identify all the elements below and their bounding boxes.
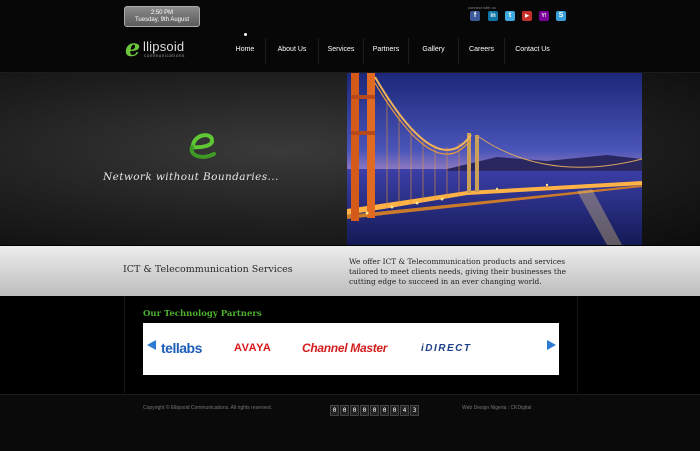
nav-careers[interactable]: Careers bbox=[459, 38, 505, 64]
twitter-icon[interactable]: t bbox=[505, 11, 515, 21]
logo-mark: e bbox=[125, 33, 141, 62]
counter-digit: 0 bbox=[390, 405, 399, 416]
clock-date: Tuesday, 9th August bbox=[134, 17, 190, 23]
counter-digit: 0 bbox=[360, 405, 369, 416]
counter-digit: 0 bbox=[340, 405, 349, 416]
main-nav: Home About Us Services Partners Gallery … bbox=[225, 38, 560, 64]
services-title: ICT & Telecommunication Services bbox=[123, 264, 293, 275]
hero-tagline: Network without Boundaries... bbox=[103, 171, 279, 183]
bridge-photo bbox=[347, 73, 642, 245]
hero-logo-emblem bbox=[189, 133, 216, 159]
design-credit-link[interactable]: Web Design Nigeria : CKDigital bbox=[462, 405, 531, 411]
nav-about-us[interactable]: About Us bbox=[266, 38, 319, 64]
counter-digit: 0 bbox=[330, 405, 339, 416]
counter-digit: 4 bbox=[400, 405, 409, 416]
logo-subtitle: communications bbox=[144, 53, 185, 58]
clock-time: 2:50 PM bbox=[150, 10, 174, 16]
counter-digit: 3 bbox=[410, 405, 419, 416]
site-footer bbox=[0, 394, 700, 451]
partner-logo-tellabs[interactable]: tellabs bbox=[161, 340, 202, 356]
active-nav-indicator bbox=[244, 33, 247, 36]
nav-contact-us[interactable]: Contact Us bbox=[505, 38, 560, 64]
clock-widget: 2:50 PM Tuesday, 9th August bbox=[124, 6, 200, 27]
nav-home[interactable]: Home bbox=[225, 38, 266, 64]
nav-services[interactable]: Services bbox=[319, 38, 364, 64]
counter-digit: 0 bbox=[350, 405, 359, 416]
site-logo[interactable]: e llipsoid communications bbox=[124, 33, 214, 62]
counter-digit: 0 bbox=[380, 405, 389, 416]
facebook-icon[interactable]: f bbox=[470, 11, 480, 21]
counter-digit: 0 bbox=[370, 405, 379, 416]
yahoo-icon[interactable]: Y! bbox=[539, 11, 549, 21]
visitor-counter: 000000043 bbox=[330, 405, 419, 416]
connect-label: connect with us bbox=[468, 5, 496, 10]
nav-partners[interactable]: Partners bbox=[364, 38, 409, 64]
partner-logo-channel-master[interactable]: Channel Master bbox=[302, 341, 387, 355]
carousel-prev-arrow-icon[interactable] bbox=[147, 340, 156, 350]
partners-title: Our Technology Partners bbox=[143, 309, 262, 319]
services-description: We offer ICT & Telecommunication product… bbox=[349, 257, 567, 286]
partner-logo-idirect[interactable]: iDIRECT bbox=[421, 343, 472, 354]
nav-gallery[interactable]: Gallery bbox=[409, 38, 459, 64]
logo-name: llipsoid bbox=[143, 39, 185, 54]
youtube-icon[interactable]: ▶ bbox=[522, 11, 532, 21]
skype-icon[interactable]: S bbox=[556, 11, 566, 21]
linkedin-icon[interactable]: in bbox=[488, 11, 498, 21]
carousel-next-arrow-icon[interactable] bbox=[547, 340, 556, 350]
copyright-text: Copyright © Ellipsoid Communications. Al… bbox=[143, 405, 273, 411]
partner-logo-avaya[interactable]: AVAYA bbox=[234, 342, 271, 354]
